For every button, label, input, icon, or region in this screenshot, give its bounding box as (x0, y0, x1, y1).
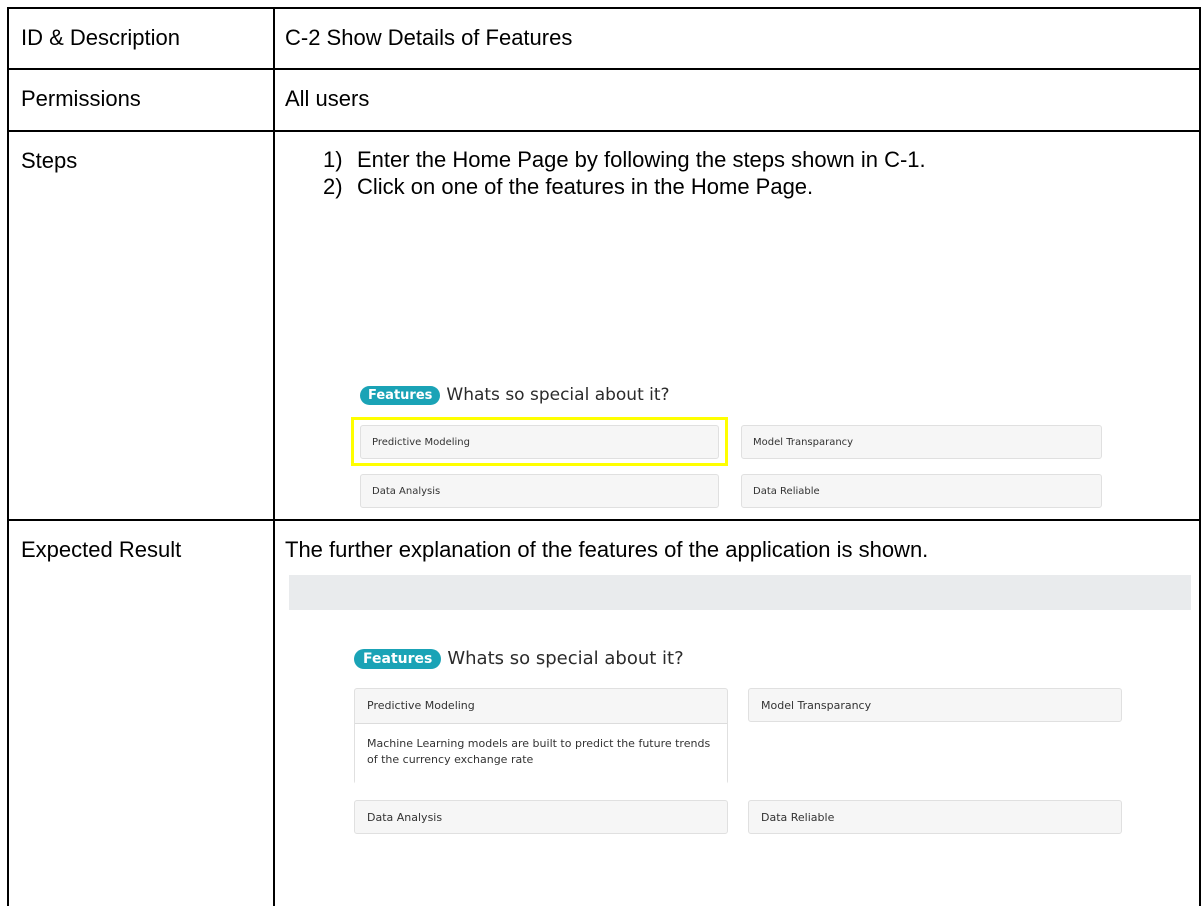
step-text: Enter the Home Page by following the ste… (357, 147, 926, 172)
feature-card-title: Data Reliable (761, 811, 835, 824)
expected-result-cell: The further explanation of the features … (273, 519, 1201, 906)
feature-card-predictive-modeling[interactable]: Predictive Modeling Machine Learning mod… (354, 688, 728, 784)
row-id-description: ID & Description C-2 Show Details of Fea… (7, 7, 1201, 70)
feature-card-title: Model Transparancy (753, 437, 854, 448)
id-description-value: C-2 Show Details of Features (273, 7, 1201, 70)
row-permissions: Permissions All users (7, 68, 1201, 132)
row-expected-result: Expected Result The further explanation … (7, 519, 1201, 906)
feature-card-model-transparancy[interactable]: Model Transparancy (748, 688, 1122, 722)
feature-card-data-analysis[interactable]: Data Analysis (360, 474, 719, 508)
features-header: Features Whats so special about it? (360, 385, 670, 405)
step-text: Click on one of the features in the Home… (357, 174, 814, 199)
test-case-table: ID & Description C-2 Show Details of Fea… (7, 7, 1201, 906)
features-heading: Whats so special about it? (447, 648, 684, 669)
expected-result-value: The further explanation of the features … (285, 537, 929, 562)
feature-card-data-reliable[interactable]: Data Reliable (741, 474, 1102, 508)
id-description-label: ID & Description (7, 7, 275, 70)
expected-result-label: Expected Result (7, 519, 275, 906)
step-item: 2) Click on one of the features in the H… (323, 173, 926, 200)
step-number: 1) (323, 147, 343, 172)
feature-card-data-analysis[interactable]: Data Analysis (354, 800, 728, 834)
step-number: 2) (323, 174, 343, 199)
features-screenshot-after: Features Whats so special about it? Pred… (354, 648, 1154, 848)
feature-card-title: Predictive Modeling (355, 689, 727, 724)
steps-cell: 1) Enter the Home Page by following the … (273, 130, 1201, 610)
features-heading: Whats so special about it? (446, 385, 670, 405)
feature-card-description: Machine Learning models are built to pre… (355, 724, 727, 784)
permissions-label: Permissions (7, 68, 275, 132)
steps-label: Steps (7, 130, 275, 521)
selection-highlight (351, 417, 728, 466)
feature-card-title: Data Reliable (753, 486, 820, 497)
row-steps: Steps 1) Enter the Home Page by followin… (7, 130, 1201, 610)
feature-card-title: Model Transparancy (761, 699, 872, 712)
features-badge: Features (354, 648, 442, 669)
feature-card-title: Data Analysis (372, 486, 441, 497)
features-header: Features Whats so special about it? (354, 648, 684, 669)
steps-list: 1) Enter the Home Page by following the … (323, 146, 926, 200)
step-item: 1) Enter the Home Page by following the … (323, 146, 926, 173)
feature-card-model-transparancy[interactable]: Model Transparancy (741, 425, 1102, 459)
features-screenshot-before: Features Whats so special about it? Pred… (351, 385, 1160, 508)
feature-card-data-reliable[interactable]: Data Reliable (748, 800, 1122, 834)
permissions-value: All users (273, 68, 1201, 132)
feature-card-title: Data Analysis (367, 811, 443, 824)
features-badge: Features (360, 385, 441, 405)
